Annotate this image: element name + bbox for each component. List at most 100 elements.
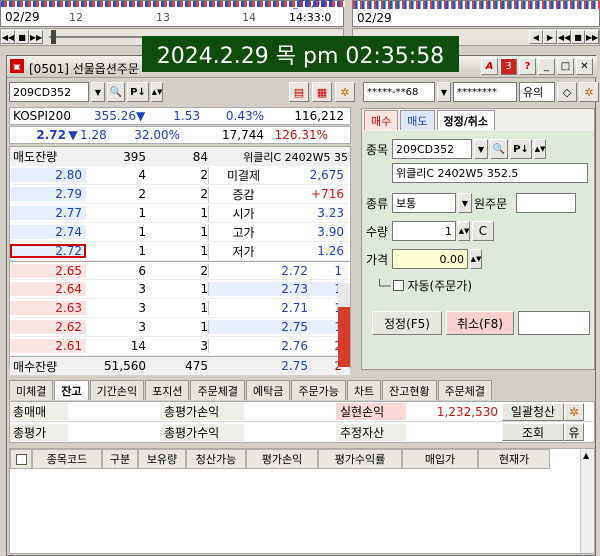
ask-row[interactable]: 2.80 4 2 미결제 2,675: [10, 166, 350, 185]
order-type-select[interactable]: 보통: [392, 193, 456, 213]
ask-price[interactable]: 2.80: [10, 168, 86, 182]
tab-sell[interactable]: 매도: [400, 110, 435, 130]
grid-scrollbar[interactable]: ▲: [580, 449, 594, 553]
stop-icon[interactable]: ■: [15, 30, 29, 44]
slider-thumb[interactable]: [51, 30, 56, 44]
type-dropdown-icon[interactable]: ▼: [458, 193, 472, 213]
doc2-icon[interactable]: ▦: [312, 82, 332, 102]
bid-qty: 3: [138, 282, 146, 296]
minimize-icon[interactable]: _: [538, 58, 555, 75]
account-dropdown-icon[interactable]: ▼: [437, 82, 451, 102]
bid-row[interactable]: 2.63 3 12.711: [10, 299, 350, 318]
prev-icon[interactable]: ◀: [529, 30, 543, 44]
ask-price[interactable]: 2.77: [10, 206, 86, 220]
order-p-lock-icon[interactable]: P↓: [510, 139, 532, 159]
liquidate-all-button[interactable]: 일괄청산: [502, 402, 564, 421]
forward-icon-right[interactable]: ▶▶: [585, 30, 599, 44]
order-dropdown-icon[interactable]: ▼: [474, 139, 488, 159]
select-all-checkbox[interactable]: [10, 449, 32, 469]
bid-row[interactable]: 2.62 3 12.751: [10, 318, 350, 337]
bid-row[interactable]: 2.65 6 2 2.72 1: [10, 261, 350, 280]
p-lock-icon[interactable]: P↓: [127, 82, 149, 102]
bid-price[interactable]: 2.65: [10, 263, 86, 278]
font-icon[interactable]: A: [481, 58, 498, 75]
order-qty-input[interactable]: 1: [392, 221, 456, 241]
maximize-icon[interactable]: □: [557, 58, 574, 75]
bid-price[interactable]: 2.61: [10, 339, 86, 353]
bottom-tab[interactable]: 포지션: [145, 380, 190, 400]
code-input[interactable]: 209CD352: [9, 82, 89, 102]
bid-price[interactable]: 2.63: [10, 301, 86, 315]
grid-column-header[interactable]: 청산가능: [186, 449, 246, 469]
bottom-tab[interactable]: 차트: [346, 380, 382, 400]
bottom-tab[interactable]: 주문체결: [437, 380, 493, 400]
more-button[interactable]: 유: [564, 423, 584, 441]
grid-column-header[interactable]: 평가손익: [246, 449, 318, 469]
help-icon[interactable]: ?: [519, 58, 536, 75]
bid-row[interactable]: 2.64 3 12.731: [10, 280, 350, 299]
spin-icon[interactable]: ▲▼: [151, 82, 163, 102]
ask-info-label: 미결제: [208, 166, 278, 184]
close-icon[interactable]: ✕: [576, 58, 593, 75]
modify-button[interactable]: 정정(F5): [372, 311, 442, 335]
order-price-input[interactable]: 0.00: [392, 249, 468, 269]
ask-price[interactable]: 2.79: [10, 187, 86, 201]
bid-price[interactable]: 2.62: [10, 320, 86, 334]
grid-column-header[interactable]: 매입가: [402, 449, 478, 469]
scroll-up-icon[interactable]: ▲: [583, 451, 589, 460]
price-row: 2.72 ▼ 1.28 32.00% 17,744 126.31%: [9, 126, 351, 144]
search-icon[interactable]: 🔍: [107, 82, 125, 102]
ask-row[interactable]: 2.74 1 1 고가 3.90: [10, 223, 350, 242]
bottom-tab[interactable]: 주문체결: [190, 380, 245, 400]
grid-column-header[interactable]: 현재가: [478, 449, 550, 469]
password-input[interactable]: ********: [453, 82, 517, 102]
doc-icon[interactable]: ▤: [289, 82, 309, 102]
gear-icon[interactable]: ✲: [335, 82, 355, 102]
cancel-order-button[interactable]: 취소(F8): [446, 311, 514, 335]
grid-column-header[interactable]: 종목코드: [32, 449, 102, 469]
price-spin-icon[interactable]: ▲▼: [470, 249, 482, 269]
dropdown-icon[interactable]: ▼: [91, 82, 105, 102]
grid-column-header[interactable]: 보유량: [138, 449, 186, 469]
index-change: 1.53: [173, 109, 200, 123]
tab-modify-cancel[interactable]: 정정/취소: [436, 110, 495, 130]
play-icon[interactable]: ▶: [543, 30, 557, 44]
bottom-tab[interactable]: 기간손익: [89, 380, 145, 400]
gear-icon-right[interactable]: ✲: [579, 82, 599, 102]
grid-header: 종목코드 구분 보유량 청산가능 평가손익 평가수익률 매입가 현재가: [10, 449, 594, 469]
order-search-icon[interactable]: 🔍: [490, 139, 508, 159]
order-product-name: 위클리C 2402W5 352.5: [392, 163, 588, 183]
forward-icon[interactable]: ▶▶: [29, 30, 43, 44]
bottom-tab[interactable]: 잔고현황: [382, 380, 437, 400]
qty-spin-icon[interactable]: ▲▼: [458, 221, 470, 241]
ask-price[interactable]: 2.74: [10, 225, 86, 239]
bottom-tab[interactable]: 잔고: [54, 380, 89, 400]
bottom-tab[interactable]: 주문가능: [291, 380, 346, 400]
ask-row[interactable]: 2.72 1 1 저가 1.26: [10, 242, 350, 261]
bid-price[interactable]: 2.64: [10, 282, 86, 296]
rewind-icon-right[interactable]: ◀◀: [557, 30, 571, 44]
stop-icon-right[interactable]: ■: [571, 30, 585, 44]
order-type-label: 종류: [366, 196, 389, 211]
orig-order-input[interactable]: [516, 193, 576, 213]
rewind-icon[interactable]: ◀◀: [1, 30, 15, 44]
tab-buy[interactable]: 매수: [364, 110, 399, 130]
eraser-icon[interactable]: ◇: [557, 82, 577, 102]
auto-price-checkbox[interactable]: [393, 280, 405, 291]
order-code-input[interactable]: 209CD352: [392, 139, 472, 159]
ask-price[interactable]: 2.72: [10, 244, 86, 258]
qty-c-button[interactable]: C: [472, 221, 494, 241]
account-input[interactable]: *****-**68: [363, 82, 435, 102]
tick-scrollbar[interactable]: [338, 283, 350, 367]
grid-column-header[interactable]: 구분: [102, 449, 138, 469]
ask-row[interactable]: 2.77 1 1 시가 3.23: [10, 204, 350, 223]
bottom-tab[interactable]: 예탁금: [245, 380, 291, 400]
inquiry-button[interactable]: 조회: [502, 423, 564, 441]
bottom-tab[interactable]: 미체결: [9, 380, 54, 400]
badge-icon[interactable]: 3: [500, 58, 517, 75]
summary-gear-icon[interactable]: ✲: [564, 402, 584, 421]
grid-column-header[interactable]: 평가수익률: [318, 449, 402, 469]
order-spin-icon[interactable]: ▲▼: [534, 139, 546, 159]
bid-row[interactable]: 2.61 14 32.762: [10, 337, 350, 356]
ask-row[interactable]: 2.79 2 2 증감 +716: [10, 185, 350, 204]
